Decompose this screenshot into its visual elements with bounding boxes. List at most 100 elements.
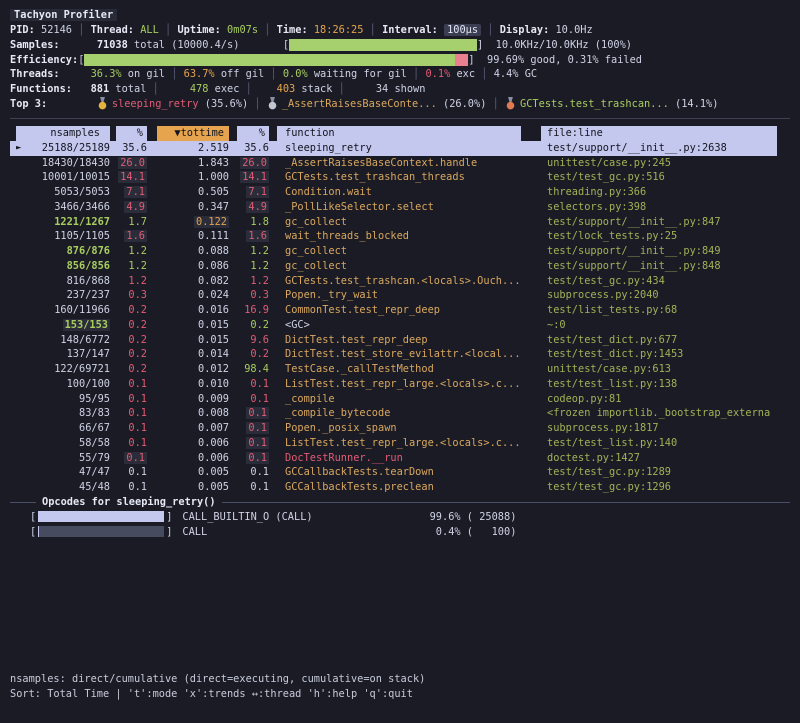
table-row[interactable]: 100/100 0.1 0.010 0.1 ListTest.test_repr…	[10, 377, 790, 392]
table-row[interactable]: 122/69721 0.2 0.012 98.4 TestCase._callT…	[10, 362, 790, 377]
cell-value: 14.1	[240, 171, 269, 183]
cell-value: gc_collect	[285, 216, 347, 228]
file-cell: test/test_gc.py:1289	[521, 465, 777, 480]
cell-value: 1.8	[250, 216, 269, 228]
column-header-pct-cumulative[interactable]: %	[237, 126, 269, 141]
pct-cumulative-cell: 14.1	[229, 170, 269, 185]
nsamples-cell: 816/868	[10, 274, 110, 289]
pct-direct-cell: 0.1	[110, 436, 147, 451]
function-cell: gc_collect	[269, 244, 521, 259]
nsamples-cell: 18430/18430	[10, 156, 110, 171]
table-row[interactable]: 5053/5053 7.1 0.505 7.1 Condition.wait t…	[10, 185, 790, 200]
function-cell: _PollLikeSelector.select	[269, 200, 521, 215]
cell-value: DocTestRunner.__run	[285, 452, 403, 464]
file-cell: test/test_gc.py:434	[521, 274, 777, 289]
table-row[interactable]: 25188/25189 35.6 2.519 35.6 sleeping_ret…	[10, 141, 777, 156]
table-row[interactable]: 10001/10015 14.1 1.000 14.1 GCTests.test…	[10, 170, 790, 185]
cell-value: 0.1	[128, 407, 147, 419]
cell-value: subprocess.py:1817	[547, 422, 659, 434]
nsamples-cell: 3466/3466	[10, 200, 110, 215]
table-row[interactable]: 816/868 1.2 0.082 1.2 GCTests.test_trash…	[10, 274, 790, 289]
file-cell: test/support/__init__.py:2638	[521, 141, 777, 156]
function-cell: _AssertRaisesBaseContext.handle	[269, 156, 521, 171]
table-row[interactable]: 95/95 0.1 0.009 0.1 _compile codeop.py:8…	[10, 392, 790, 407]
table-row[interactable]: 237/237 0.3 0.024 0.3 Popen._try_wait su…	[10, 288, 790, 303]
table-row[interactable]: 18430/18430 26.0 1.843 26.0 _AssertRaise…	[10, 156, 790, 171]
stat-segment: │	[72, 24, 91, 36]
cell-value: 47/47	[79, 466, 110, 478]
function-cell: _compile_bytecode	[269, 406, 521, 421]
column-header-pct-direct[interactable]: %	[116, 126, 147, 141]
pct-cumulative-cell: 0.1	[229, 406, 269, 421]
separator: │	[248, 98, 267, 110]
column-header-function[interactable]: function	[277, 126, 521, 141]
tottime-cell: 0.015	[147, 318, 229, 333]
table-header: nsamples % ▼tottime % function file:line	[10, 126, 790, 141]
file-cell: threading.py:366	[521, 185, 777, 200]
stat-segment: 4.4% GC	[494, 68, 537, 80]
table-row[interactable]: 3466/3466 4.9 0.347 4.9 _PollLikeSelecto…	[10, 200, 790, 215]
table-row[interactable]: 83/83 0.1 0.008 0.1 _compile_bytecode <f…	[10, 406, 790, 421]
table-row[interactable]: 1105/1105 1.6 0.111 1.6 wait_threads_blo…	[10, 229, 790, 244]
cell-value: 45/48	[79, 481, 110, 493]
tottime-cell: 0.005	[147, 480, 229, 495]
cell-value: 4.9	[124, 201, 147, 213]
pct-cumulative-cell: 0.1	[229, 436, 269, 451]
pct-cumulative-cell: 1.2	[229, 274, 269, 289]
table-row[interactable]: 66/67 0.1 0.007 0.1 Popen._posix_spawn s…	[10, 421, 790, 436]
cell-value: test/test_gc.py:434	[547, 275, 665, 287]
opcode-row: [ ] CALL 0.4% ( 100)	[10, 524, 790, 539]
cell-value: 1221/1267	[54, 216, 110, 228]
cell-value: 153/153	[63, 319, 110, 331]
cell-value: 237/237	[67, 289, 110, 301]
stat-segment: Uptime:	[177, 24, 227, 36]
pct-direct-cell: 0.1	[110, 465, 147, 480]
cell-value: 7.1	[246, 186, 269, 198]
table-row[interactable]: 137/147 0.2 0.014 0.2 DictTest.test_stor…	[10, 347, 790, 362]
file-cell: unittest/case.py:245	[521, 156, 777, 171]
column-header-tottime-sort[interactable]: ▼tottime	[157, 126, 229, 141]
table-row[interactable]: 58/58 0.1 0.006 0.1 ListTest.test_repr_l…	[10, 436, 790, 451]
table-row[interactable]: 47/47 0.1 0.005 0.1 GCCallbackTests.tear…	[10, 465, 790, 480]
cell-value: 0.1	[128, 393, 147, 405]
table-row[interactable]: 856/856 1.2 0.086 1.2 gc_collect test/su…	[10, 259, 790, 274]
cell-value: test/test_dict.py:1453	[547, 348, 683, 360]
tottime-cell: 0.122	[147, 215, 229, 230]
table-row[interactable]: 45/48 0.1 0.005 0.1 GCCallbackTests.prec…	[10, 480, 790, 495]
table-row[interactable]: 148/6772 0.2 0.015 9.6 DictTest.test_rep…	[10, 333, 790, 348]
cell-value: 1.843	[198, 157, 229, 169]
cell-value: 26.0	[240, 157, 269, 169]
cell-value: test/test_list.py:140	[547, 437, 677, 449]
tottime-cell: 0.006	[147, 451, 229, 466]
cell-value: 0.505	[198, 186, 229, 198]
stat-segment	[60, 39, 97, 51]
cell-value: GCCallbackTests.preclean	[285, 481, 434, 493]
stat-segment: exc	[450, 68, 475, 80]
table-row[interactable]: 1221/1267 1.7 0.122 1.8 gc_collect test/…	[10, 215, 790, 230]
file-cell: subprocess.py:2040	[521, 288, 777, 303]
table-row[interactable]: 876/876 1.2 0.088 1.2 gc_collect test/su…	[10, 244, 790, 259]
stat-segment: │	[258, 24, 277, 36]
file-cell: doctest.py:1427	[521, 451, 777, 466]
table-row[interactable]: 55/79 0.1 0.006 0.1 DocTestRunner.__run …	[10, 451, 790, 466]
nsamples-cell: 1221/1267	[10, 215, 110, 230]
cell-value: unittest/case.py:245	[547, 157, 671, 169]
tottime-cell: 1.843	[147, 156, 229, 171]
file-cell: unittest/case.py:613	[521, 362, 777, 377]
top-function-name: GCTests.test_trashcan...	[520, 98, 669, 110]
selected-row-marker: ►	[16, 141, 21, 156]
column-header-file[interactable]: file:line	[541, 126, 777, 141]
function-cell: Condition.wait	[269, 185, 521, 200]
pct-cumulative-cell: 1.2	[229, 259, 269, 274]
cell-value: 0.1	[128, 466, 147, 478]
cell-value: 0.008	[198, 407, 229, 419]
tottime-cell: 0.008	[147, 406, 229, 421]
cell-value: Popen._posix_spawn	[285, 422, 397, 434]
table-row[interactable]: 153/153 0.2 0.015 0.2 <GC> ~:0	[10, 318, 790, 333]
table-row[interactable]: 160/11966 0.2 0.016 16.9 CommonTest.test…	[10, 303, 790, 318]
pct-direct-cell: 26.0	[110, 156, 147, 171]
file-cell: test/support/__init__.py:849	[521, 244, 777, 259]
pct-direct-cell: 0.1	[110, 406, 147, 421]
column-header-nsamples[interactable]: nsamples	[16, 126, 110, 141]
pct-direct-cell: 0.2	[110, 303, 147, 318]
